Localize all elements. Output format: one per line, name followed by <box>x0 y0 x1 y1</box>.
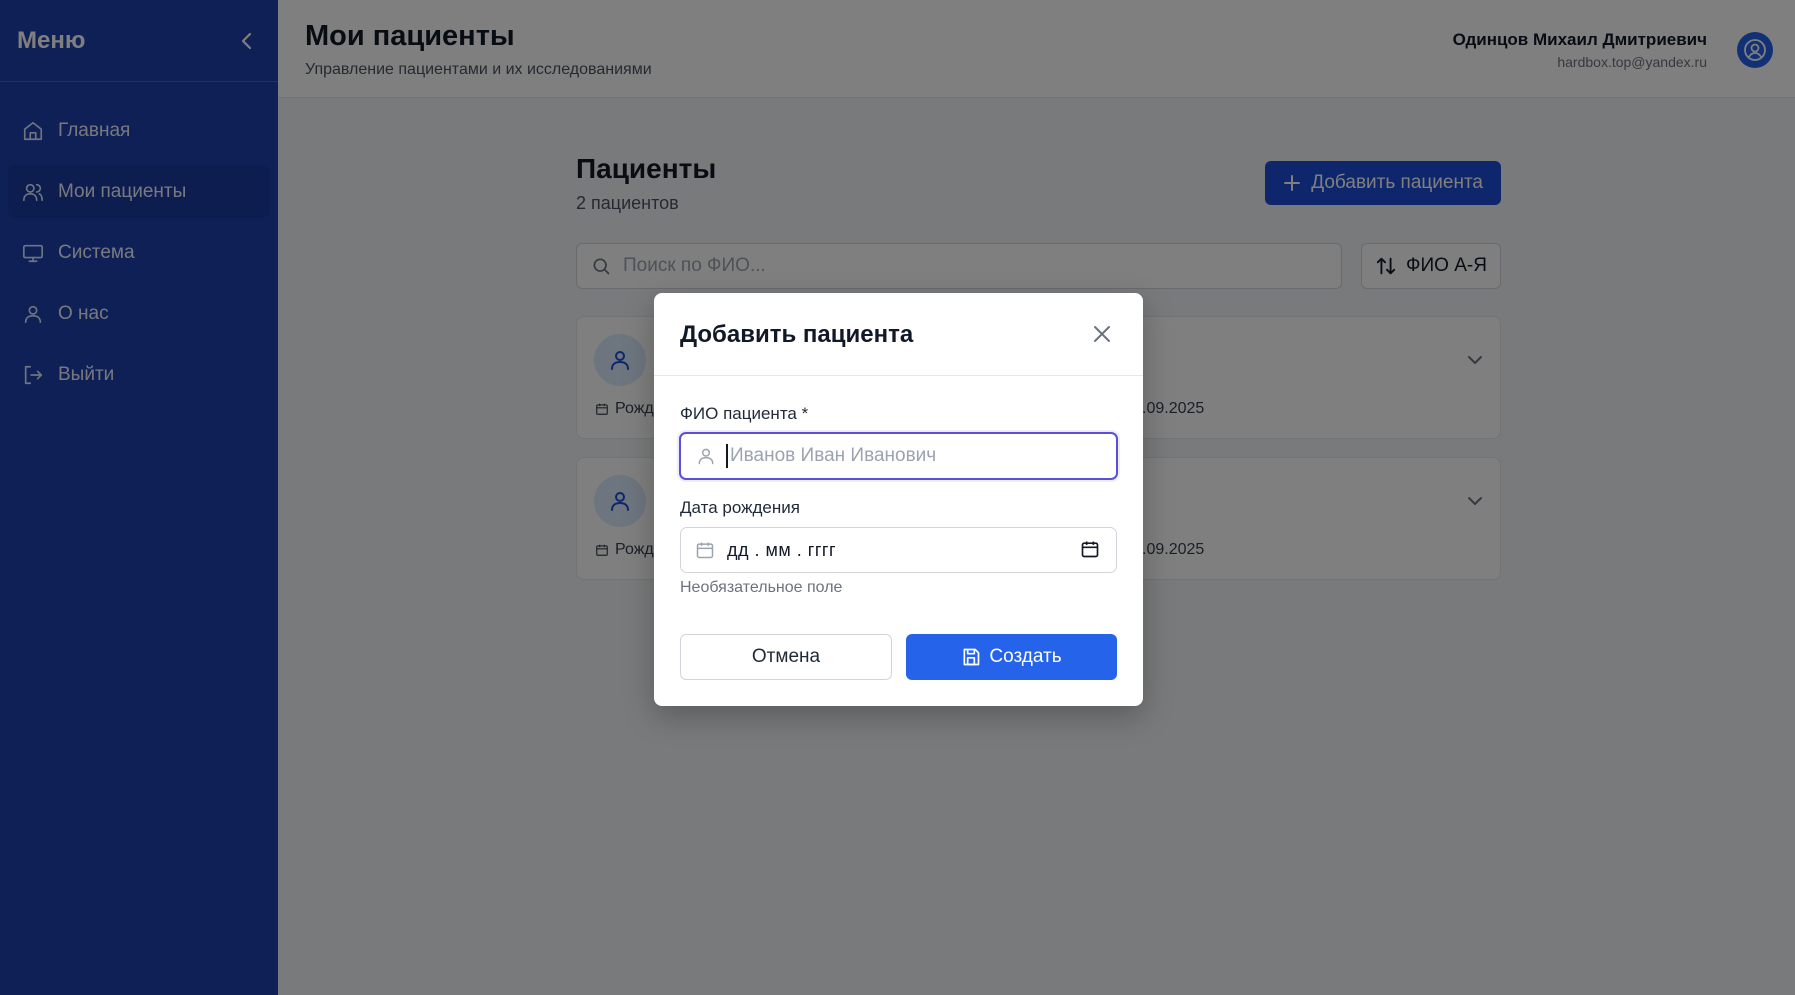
create-button[interactable]: Создать <box>906 634 1117 680</box>
date-placeholder: дд . мм . гггг <box>727 539 837 560</box>
add-patient-dialog: Добавить пациента ФИО пациента * Дата ро… <box>654 293 1143 706</box>
calendar-icon <box>1081 541 1099 558</box>
save-icon <box>963 648 980 666</box>
user-icon <box>698 448 714 465</box>
create-label: Создать <box>989 646 1062 667</box>
close-icon <box>1094 326 1110 342</box>
dialog-title: Добавить пациента <box>680 321 914 348</box>
birth-date-field[interactable]: дд . мм . гггг <box>680 527 1117 573</box>
date-picker-button[interactable] <box>1080 539 1100 564</box>
cancel-button[interactable]: Отмена <box>680 634 892 680</box>
calendar-icon <box>696 542 714 559</box>
optional-hint: Необязательное поле <box>680 579 843 596</box>
dialog-header: Добавить пациента <box>654 293 1143 376</box>
birth-field-label: Дата рождения <box>680 498 800 517</box>
name-field[interactable] <box>679 432 1118 480</box>
name-field-label: ФИО пациента * <box>680 404 809 423</box>
close-dialog-button[interactable] <box>1089 321 1115 347</box>
cancel-label: Отмена <box>751 646 821 667</box>
name-input[interactable] <box>728 444 1108 468</box>
